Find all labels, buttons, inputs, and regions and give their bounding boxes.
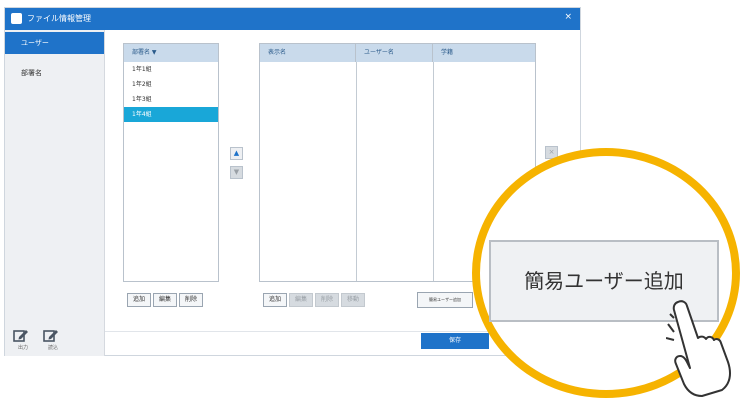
dept-edit-button[interactable]: 編集 — [153, 293, 177, 307]
column-divider — [433, 62, 434, 281]
export-label: 出力 — [17, 345, 28, 351]
list-item[interactable]: 1年1組 — [124, 62, 218, 77]
move-up-button[interactable]: ▲ — [230, 147, 243, 160]
sidebar-item-departments[interactable]: 部署名 — [5, 62, 104, 84]
user-delete-button[interactable]: 削除 — [315, 293, 339, 307]
sidebar-item-users[interactable]: ユーザー — [5, 32, 104, 54]
user-move-button[interactable]: 移動 — [341, 293, 365, 307]
user-table-header: 表示名 ユーザー名 学籍 — [260, 44, 535, 62]
user-add-button[interactable]: 追加 — [263, 293, 287, 307]
department-column-header[interactable]: 部署名 ▼ — [124, 44, 218, 62]
import-button[interactable]: 読込 — [43, 328, 63, 351]
export-button[interactable]: 出力 — [13, 328, 33, 351]
sidebar-tools: 出力 読込 — [13, 328, 63, 351]
department-list: 部署名 ▼ 1年1組 1年2組 1年3組 1年4組 — [123, 43, 219, 282]
list-item[interactable]: 1年3組 — [124, 92, 218, 107]
pointing-hand-icon — [666, 300, 731, 397]
edit-icon — [43, 330, 58, 342]
column-header-user-name[interactable]: ユーザー名 — [356, 44, 433, 62]
dept-delete-button[interactable]: 削除 — [179, 293, 203, 307]
simple-user-add-button[interactable]: 簡易ユーザー追加 — [417, 292, 473, 308]
title-bar: ファイル情報管理 × — [5, 8, 580, 30]
user-edit-button[interactable]: 編集 — [289, 293, 313, 307]
column-header-display-name[interactable]: 表示名 — [260, 44, 356, 62]
dept-add-button[interactable]: 追加 — [127, 293, 151, 307]
column-header-student-id[interactable]: 学籍 — [433, 44, 535, 62]
list-item[interactable]: 1年2組 — [124, 77, 218, 92]
import-label: 読込 — [47, 345, 58, 351]
app-icon — [11, 13, 22, 24]
save-button[interactable]: 保存 — [421, 333, 489, 349]
window-title: ファイル情報管理 — [27, 14, 91, 23]
move-down-button[interactable]: ▼ — [230, 166, 243, 179]
sidebar: ユーザー 部署名 出力 読込 — [5, 30, 105, 356]
list-item-selected[interactable]: 1年4組 — [124, 107, 218, 122]
edit-icon — [13, 330, 28, 342]
close-icon[interactable]: × — [564, 12, 572, 22]
column-divider — [356, 62, 357, 281]
